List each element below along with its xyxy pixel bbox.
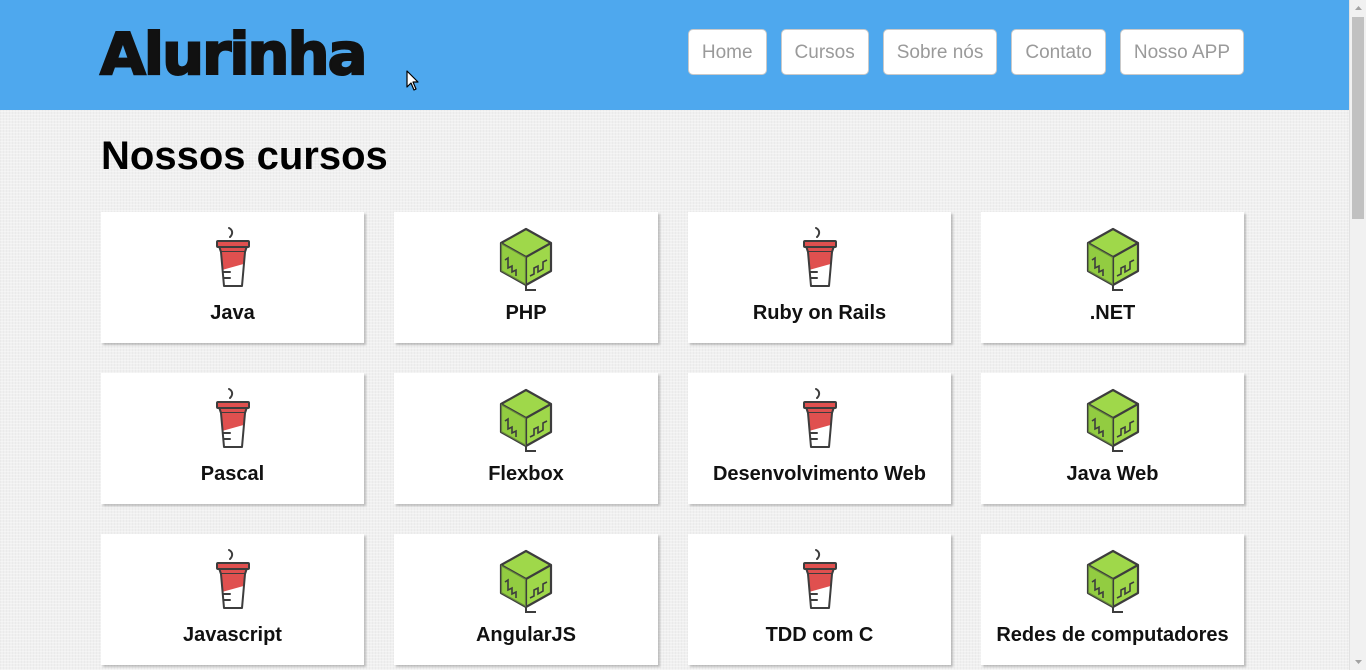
site-logo[interactable]: Alurinha [99, 21, 369, 87]
course-card[interactable]: Java Web [981, 373, 1244, 504]
course-name: Ruby on Rails [752, 302, 887, 324]
nav-contato-button[interactable]: Contato [1011, 29, 1106, 75]
vertical-scrollbar[interactable] [1349, 0, 1366, 670]
top-header: Alurinha Home Cursos Sobre nós Contato N… [0, 0, 1349, 110]
nav-cursos-button[interactable]: Cursos [780, 29, 869, 75]
course-card[interactable]: Pascal [101, 373, 364, 504]
coffee-cup-icon [790, 546, 850, 616]
course-card[interactable]: Java [101, 212, 364, 343]
course-name: Flexbox [488, 463, 564, 485]
scrollbar-thumb[interactable] [1352, 17, 1364, 219]
page: Alurinha Home Cursos Sobre nós Contato N… [0, 0, 1349, 670]
course-name: Desenvolvimento Web [712, 463, 927, 485]
course-name: AngularJS [475, 624, 577, 646]
scroll-down-arrow-icon[interactable] [1350, 653, 1366, 670]
course-grid: Java PHP Ruby on Rails .NET Pascal Flexb… [101, 212, 1245, 665]
course-card[interactable]: Flexbox [394, 373, 658, 504]
course-card[interactable]: Ruby on Rails [688, 212, 951, 343]
scroll-up-arrow-icon[interactable] [1350, 0, 1366, 17]
coffee-cup-icon [203, 546, 263, 616]
course-name: Redes de computadores [996, 624, 1229, 646]
coffee-cup-icon [790, 224, 850, 294]
main-nav: Home Cursos Sobre nós Contato Nosso APP [687, 29, 1244, 75]
course-name: Java [210, 302, 255, 324]
cube-icon [1083, 224, 1143, 294]
nav-sobre-button[interactable]: Sobre nós [882, 29, 998, 75]
course-card[interactable]: Javascript [101, 534, 364, 665]
course-card[interactable]: .NET [981, 212, 1244, 343]
coffee-cup-icon [203, 385, 263, 455]
cube-icon [496, 385, 556, 455]
mouse-cursor-icon [406, 70, 419, 91]
course-card[interactable]: Redes de computadores [981, 534, 1244, 665]
cube-icon [1083, 385, 1143, 455]
course-card[interactable]: TDD com C [688, 534, 951, 665]
coffee-cup-icon [203, 224, 263, 294]
cube-icon [1083, 546, 1143, 616]
coffee-cup-icon [790, 385, 850, 455]
page-title: Nossos cursos [101, 134, 388, 178]
course-name: Javascript [183, 624, 282, 646]
course-name: PHP [505, 302, 547, 324]
course-card[interactable]: PHP [394, 212, 658, 343]
course-name: Java Web [1066, 463, 1159, 485]
course-name: TDD com C [765, 624, 874, 646]
nav-app-button[interactable]: Nosso APP [1119, 29, 1244, 75]
cube-icon [496, 546, 556, 616]
nav-home-button[interactable]: Home [687, 29, 767, 75]
course-card[interactable]: Desenvolvimento Web [688, 373, 951, 504]
course-name: Pascal [200, 463, 265, 485]
course-name: .NET [1089, 302, 1136, 324]
cube-icon [496, 224, 556, 294]
course-card[interactable]: AngularJS [394, 534, 658, 665]
